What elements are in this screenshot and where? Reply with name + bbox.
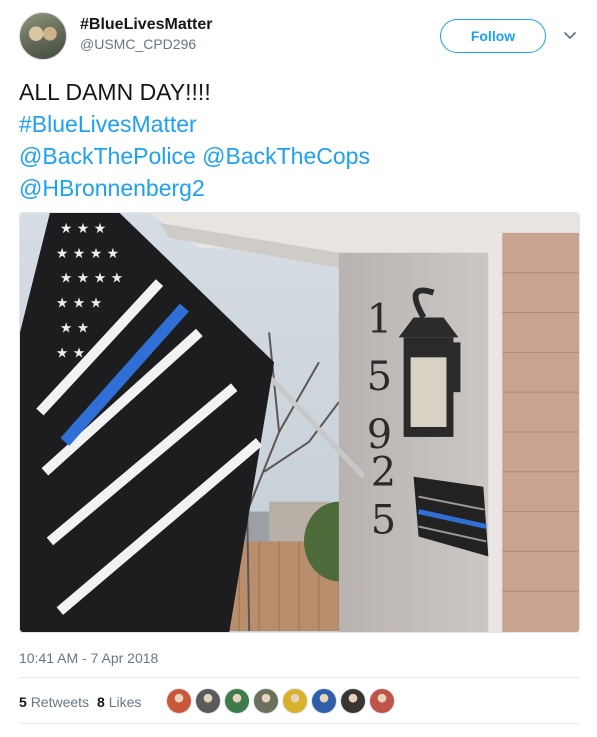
svg-text:★ ★ ★ ★: ★ ★ ★ ★ xyxy=(60,271,123,287)
tweet-timestamp[interactable]: 10:41 AM - 7 Apr 2018 xyxy=(19,649,158,667)
svg-text:★ ★ ★: ★ ★ ★ xyxy=(60,221,106,237)
user-names[interactable]: #BlueLivesMatter @USMC_CPD296 xyxy=(80,15,213,54)
liker-avatar-7[interactable] xyxy=(340,688,366,714)
retweets-label: Retweets xyxy=(30,694,90,710)
mention-link-hbronnenberg2[interactable]: @HBronnenberg2 xyxy=(19,172,579,204)
tweet-text-line: ALL DAMN DAY!!!! xyxy=(19,79,211,105)
photo-illustration: ★ ★ ★★ ★ ★ ★ ★ ★ ★ ★★ ★ ★ ★ ★★ ★ 1 5 9 2… xyxy=(20,213,579,632)
chevron-down-icon[interactable] xyxy=(561,26,579,44)
liker-avatar-5[interactable] xyxy=(282,688,308,714)
svg-text:★ ★ ★: ★ ★ ★ xyxy=(56,296,102,312)
divider-bottom xyxy=(19,723,579,724)
tweet-header: #BlueLivesMatter @USMC_CPD296 Follow xyxy=(19,12,579,64)
svg-text:★ ★ ★ ★: ★ ★ ★ ★ xyxy=(56,246,119,262)
mention-link-backthecops[interactable]: @BackTheCops xyxy=(202,143,370,169)
display-name[interactable]: #BlueLivesMatter xyxy=(80,15,213,35)
avatar[interactable] xyxy=(19,12,67,60)
house-number-1: 1 xyxy=(367,296,392,342)
house-number-5: 5 xyxy=(371,497,396,543)
mention-link-backthepolice[interactable]: @BackThePolice xyxy=(19,143,196,169)
tweet-text: ALL DAMN DAY!!!! #BlueLivesMatter @BackT… xyxy=(19,76,579,204)
liker-avatar-3[interactable] xyxy=(224,688,250,714)
svg-text:★ ★: ★ ★ xyxy=(60,320,89,336)
likes-stat[interactable]: 8 Likes xyxy=(97,694,141,710)
likes-label: Likes xyxy=(108,694,142,710)
hashtag-link[interactable]: #BlueLivesMatter xyxy=(19,108,579,140)
tweet-stats: 5 Retweets 8 Likes xyxy=(19,690,149,714)
liker-avatar-2[interactable] xyxy=(195,688,221,714)
retweets-stat[interactable]: 5 Retweets xyxy=(19,694,89,710)
follow-button[interactable]: Follow xyxy=(440,19,546,53)
svg-text:★ ★: ★ ★ xyxy=(56,345,85,361)
liker-avatar-8[interactable] xyxy=(369,688,395,714)
tweet-photo[interactable]: ★ ★ ★ ★ ★ ★ ★ ★ ★ ★ ★ ★ ★ ★ ★ ★ ★ ★ 1 5 9 2… xyxy=(19,212,580,633)
likers-avatars xyxy=(166,688,398,714)
house-number-4: 2 xyxy=(371,450,396,496)
retweets-count: 5 xyxy=(19,694,27,710)
liker-avatar-1[interactable] xyxy=(166,688,192,714)
house-number-2: 5 xyxy=(367,354,392,400)
liker-avatar-4[interactable] xyxy=(253,688,279,714)
likes-count: 8 xyxy=(97,694,105,710)
divider-top xyxy=(19,677,579,678)
liker-avatar-6[interactable] xyxy=(311,688,337,714)
user-handle[interactable]: @USMC_CPD296 xyxy=(80,35,213,54)
